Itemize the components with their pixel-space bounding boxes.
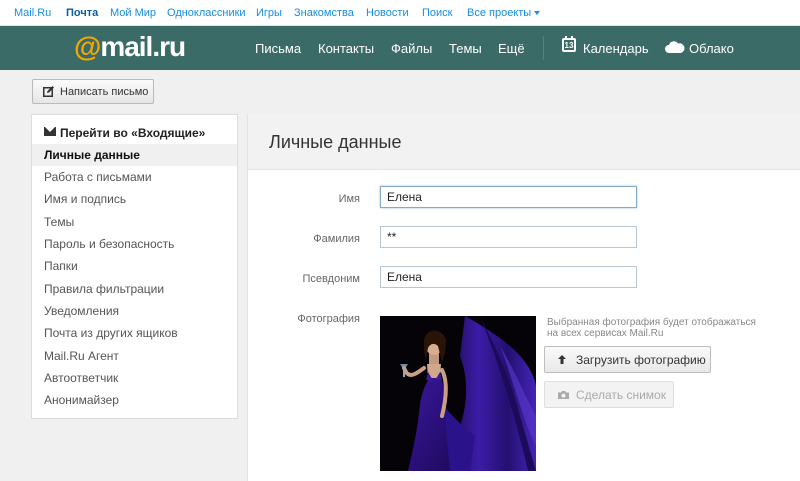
nav-contacts[interactable]: Контакты bbox=[318, 41, 374, 56]
compose-button[interactable]: Написать письмо bbox=[32, 79, 154, 104]
sidebar-item-password-security[interactable]: Пароль и безопасность bbox=[32, 233, 237, 255]
portal-link-news[interactable]: Новости bbox=[366, 7, 409, 19]
portal-link-odnoklassniki[interactable]: Одноклассники bbox=[167, 7, 246, 19]
mailru-logo[interactable]: @mail.ru bbox=[74, 30, 186, 64]
surname-label: Фамилия bbox=[313, 233, 360, 245]
sidebar-item-name-signature[interactable]: Имя и подпись bbox=[32, 188, 237, 210]
page-title: Личные данные bbox=[269, 132, 402, 152]
take-snapshot-label: Сделать снимок bbox=[576, 388, 666, 402]
nav-themes[interactable]: Темы bbox=[449, 41, 482, 56]
upload-photo-button[interactable]: Загрузить фотографию bbox=[544, 346, 711, 373]
upload-arrow-icon bbox=[558, 355, 566, 364]
portal-link-mailru[interactable]: Mail.Ru bbox=[14, 7, 51, 19]
name-field[interactable] bbox=[380, 186, 637, 208]
take-snapshot-button[interactable]: Сделать снимок bbox=[544, 381, 674, 408]
photo-label: Фотография bbox=[297, 313, 360, 325]
photo-hint-text: Выбранная фотография будет отображаться … bbox=[547, 317, 756, 339]
surname-field[interactable] bbox=[380, 226, 637, 248]
sidebar-item-themes[interactable]: Темы bbox=[32, 211, 237, 233]
compose-label: Написать письмо bbox=[60, 86, 149, 98]
calendar-icon: 13 bbox=[562, 36, 576, 52]
portal-link-mail[interactable]: Почта bbox=[66, 7, 98, 19]
portal-link-all-projects[interactable]: Все проекты bbox=[467, 7, 541, 19]
camera-icon bbox=[558, 391, 569, 399]
portal-link-search[interactable]: Поиск bbox=[422, 7, 452, 19]
portal-link-mymir[interactable]: Мой Мир bbox=[110, 7, 156, 19]
go-to-inbox-label: Перейти во «Входящие» bbox=[60, 126, 206, 140]
profile-photo-image bbox=[380, 316, 536, 471]
all-projects-label: Все проекты bbox=[467, 7, 532, 19]
upload-photo-label: Загрузить фотографию bbox=[576, 353, 706, 367]
nav-calendar[interactable]: Календарь bbox=[583, 41, 649, 56]
chevron-down-icon bbox=[534, 11, 541, 16]
nav-files[interactable]: Файлы bbox=[391, 41, 432, 56]
portal-link-games[interactable]: Игры bbox=[256, 7, 282, 19]
sidebar-item-folders[interactable]: Папки bbox=[32, 255, 237, 277]
compose-icon bbox=[43, 86, 54, 97]
sidebar-item-mailru-agent[interactable]: Mail.Ru Агент bbox=[32, 345, 237, 367]
nickname-label: Псевдоним bbox=[302, 273, 360, 285]
settings-sidebar: Перейти во «Входящие» Личные данные Рабо… bbox=[31, 114, 238, 419]
sidebar-item-personal-data[interactable]: Личные данные bbox=[32, 144, 237, 166]
nickname-field[interactable] bbox=[380, 266, 637, 288]
cloud-icon bbox=[665, 41, 685, 53]
nav-letters[interactable]: Письма bbox=[255, 41, 301, 56]
personal-data-panel: Личные данные Имя Фамилия Псевдоним Фото… bbox=[247, 114, 800, 481]
envelope-icon bbox=[44, 127, 56, 136]
nav-divider bbox=[543, 36, 544, 60]
portal-link-dating[interactable]: Знакомства bbox=[294, 7, 354, 19]
sidebar-item-filter-rules[interactable]: Правила фильтрации bbox=[32, 278, 237, 300]
sidebar-item-other-mailboxes[interactable]: Почта из других ящиков bbox=[32, 322, 237, 344]
nav-more[interactable]: Ещё bbox=[498, 41, 525, 56]
logo-text: mail.ru bbox=[100, 31, 186, 62]
sidebar-item-autoresponder[interactable]: Автоответчик bbox=[32, 367, 237, 389]
go-to-inbox-link[interactable]: Перейти во «Входящие» bbox=[32, 122, 237, 144]
panel-header: Личные данные bbox=[248, 114, 800, 170]
calendar-day: 13 bbox=[564, 41, 574, 50]
sidebar-item-anonymizer[interactable]: Анонимайзер bbox=[32, 389, 237, 411]
sidebar-item-notifications[interactable]: Уведомления bbox=[32, 300, 237, 322]
logo-at: @ bbox=[74, 31, 101, 62]
profile-photo bbox=[380, 316, 536, 471]
sidebar-item-mail-work[interactable]: Работа с письмами bbox=[32, 166, 237, 188]
portal-bar: Mail.Ru Почта Мой Мир Одноклассники Игры… bbox=[0, 0, 800, 26]
name-label: Имя bbox=[338, 193, 360, 205]
app-header: @mail.ru Письма Контакты Файлы Темы Ещё … bbox=[0, 26, 800, 70]
nav-cloud[interactable]: Облако bbox=[689, 41, 734, 56]
